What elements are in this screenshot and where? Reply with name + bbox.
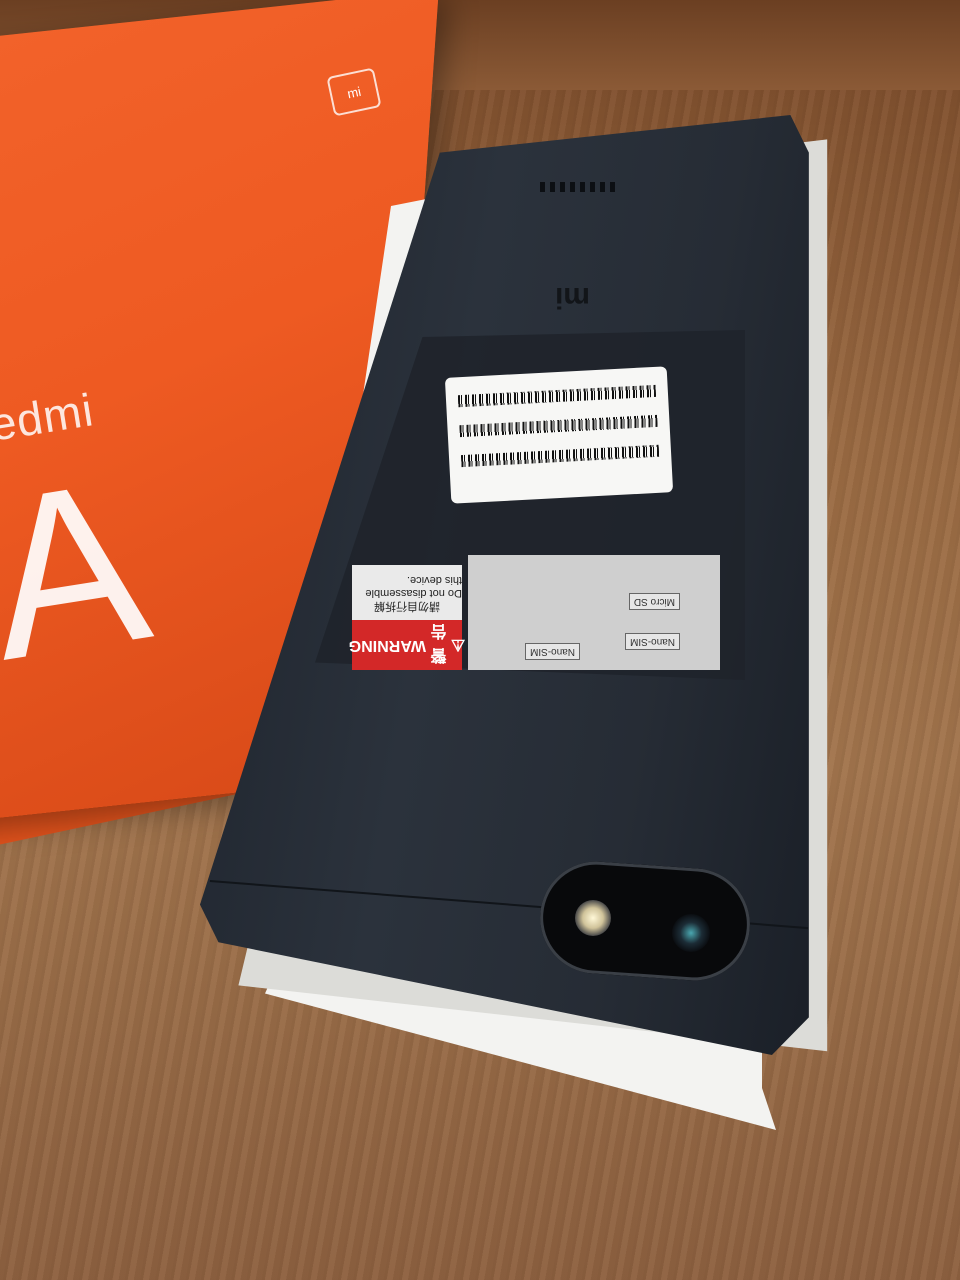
barcode-line [457, 384, 657, 408]
warning-cn-title: 警告 [430, 622, 447, 663]
barcode-sticker [444, 366, 674, 504]
warning-label-text: 請勿自行拆解 Do not disassemble this device. [352, 565, 462, 620]
sim-slot-label: Nano-SIM [624, 633, 680, 650]
camera-module [536, 857, 754, 985]
phone-mi-logo: mi [555, 281, 591, 314]
warning-en-text: Do not disassemble this device. [365, 573, 462, 600]
warning-en-title: WARNING [348, 637, 427, 654]
warning-cn-text: 請勿自行拆解 [374, 600, 440, 613]
warning-icon: ⚠ [446, 636, 466, 653]
flash-icon [575, 900, 611, 936]
camera-lens-icon [672, 914, 710, 952]
sim-slot-label: Nano-SIM [524, 643, 580, 660]
barcode-line [459, 414, 658, 438]
sim-tray-diagram: Nano-SIM Nano-SIM Micro SD [468, 555, 720, 670]
barcode-line [460, 444, 660, 468]
speaker-grille [540, 182, 620, 192]
warning-label-red: ⚠ 警告 WARNING [348, 620, 465, 670]
sd-slot-label: Micro SD [628, 593, 680, 610]
